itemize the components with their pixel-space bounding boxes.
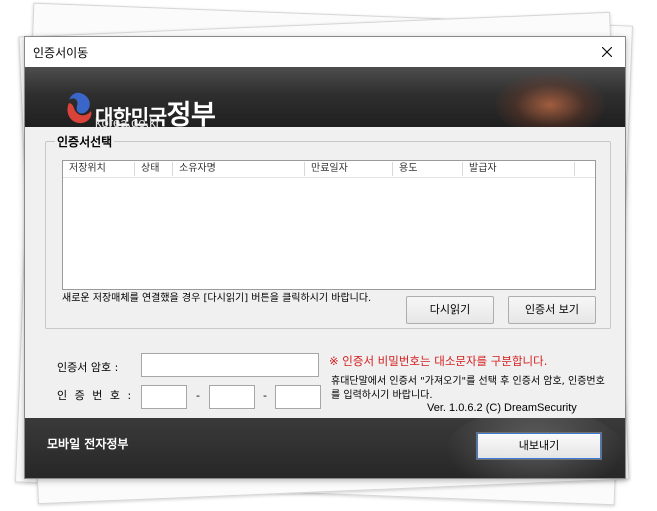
footer-bar: 모바일 전자정부 내보내기 bbox=[25, 418, 625, 478]
auth-number-input-3[interactable] bbox=[275, 385, 321, 409]
logo-subtitle: korea.go.kr bbox=[95, 115, 161, 127]
col-header-location[interactable]: 저장위치 bbox=[63, 162, 135, 176]
close-button[interactable] bbox=[589, 37, 625, 67]
col-header-issuer[interactable]: 발급자 bbox=[463, 162, 575, 176]
export-button[interactable]: 내보내기 bbox=[476, 432, 602, 460]
dash-separator: - bbox=[196, 389, 200, 402]
version-text: Ver. 1.0.6.2 (C) DreamSecurity bbox=[427, 402, 577, 414]
cert-password-input[interactable] bbox=[141, 353, 319, 377]
cert-move-dialog: 인증서이동 대한민국정부 korea.go.kr 저장위치 상태 소유자명 만료… bbox=[24, 36, 626, 479]
view-cert-button[interactable]: 인증서 보기 bbox=[508, 296, 596, 324]
col-header-usage[interactable]: 용도 bbox=[393, 162, 463, 176]
auth-number-input-1[interactable] bbox=[141, 385, 187, 409]
auth-number-label: 인 증 번 호 : bbox=[57, 389, 134, 402]
korea-gov-logo: 대한민국정부 korea.go.kr bbox=[43, 75, 233, 127]
cert-select-group: 저장위치 상태 소유자명 만료일자 용도 발급자 새로운 저장매체를 연결했을 … bbox=[45, 141, 611, 329]
col-header-owner[interactable]: 소유자명 bbox=[173, 162, 305, 176]
group-title: 인증서선택 bbox=[55, 133, 115, 150]
footer-title: 모바일 전자정부 bbox=[47, 437, 129, 451]
cert-list-header: 저장위치 상태 소유자명 만료일자 용도 발급자 bbox=[63, 161, 595, 178]
cert-list[interactable]: 저장위치 상태 소유자명 만료일자 용도 발급자 bbox=[62, 160, 596, 290]
reload-notice: 새로운 저장매체를 연결했을 경우 [다시읽기] 버튼을 클릭하시기 바랍니다. bbox=[62, 293, 372, 304]
mobile-instructions: 휴대단말에서 인증서 "가져오기"를 선택 후 인증서 암호, 인증번호를 입력… bbox=[331, 376, 605, 401]
close-icon bbox=[602, 47, 612, 57]
header-banner: 대한민국정부 korea.go.kr bbox=[25, 67, 625, 127]
col-header-status[interactable]: 상태 bbox=[135, 162, 173, 176]
auth-number-input-2[interactable] bbox=[209, 385, 255, 409]
reload-button[interactable]: 다시읽기 bbox=[406, 296, 494, 324]
dialog-content: 저장위치 상태 소유자명 만료일자 용도 발급자 새로운 저장매체를 연결했을 … bbox=[25, 127, 625, 418]
banner-glow bbox=[495, 73, 605, 127]
dash-separator: - bbox=[263, 389, 267, 402]
logo-big: 정부 bbox=[166, 100, 216, 127]
taeguk-logo-icon bbox=[67, 92, 92, 124]
case-sensitive-warning: ※ 인증서 비밀번호는 대소문자를 구분합니다. bbox=[329, 354, 548, 368]
window-title: 인증서이동 bbox=[33, 46, 89, 60]
title-bar: 인증서이동 bbox=[25, 37, 625, 67]
col-header-expiry[interactable]: 만료일자 bbox=[305, 162, 393, 176]
password-label: 인증서 암호 : bbox=[57, 361, 119, 374]
